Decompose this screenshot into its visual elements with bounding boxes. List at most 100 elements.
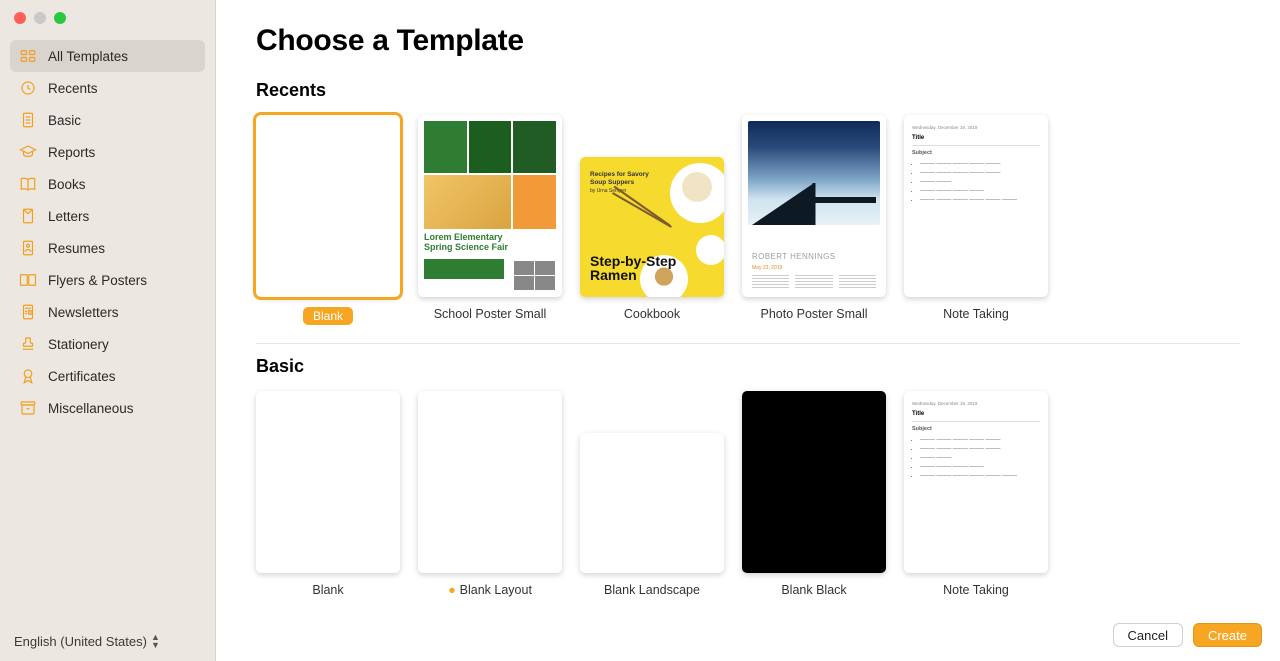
create-button[interactable]: Create (1193, 623, 1262, 647)
thumb-text: ROBERT HENNINGS (752, 252, 836, 261)
thumb-text: Subject (912, 150, 1040, 158)
template-blank-black[interactable]: Blank Black (742, 391, 886, 597)
thumb-text: Title (912, 410, 1040, 421)
template-blank-layout[interactable]: ●Blank Layout (418, 391, 562, 597)
zoom-icon[interactable] (54, 12, 66, 24)
thumb-text: Wednesday, December 19, 2019 (912, 401, 1040, 407)
thumb-text: Recipes for Savory (590, 171, 649, 179)
template-label: Blank (303, 307, 353, 325)
window-controls (0, 0, 215, 34)
template-label: Blank Black (781, 583, 846, 597)
template-blank-landscape[interactable]: Blank Landscape (580, 391, 724, 597)
thumb-text: Spring Science Fair (424, 242, 508, 252)
sidebar-item-label: Newsletters (48, 305, 119, 320)
template-thumb (256, 391, 400, 573)
template-note-taking[interactable]: Wednesday, December 19, 2019 Title Subje… (904, 391, 1048, 597)
template-label: ●Blank Layout (448, 583, 532, 597)
template-label: Photo Poster Small (761, 307, 868, 321)
language-label: English (United States) (14, 634, 147, 649)
category-list: All Templates Recents Basic Reports Books Let… (0, 34, 215, 623)
template-thumb (256, 115, 400, 297)
layout-dot-icon: ● (448, 583, 456, 597)
section-title-basic: Basic (256, 356, 1240, 377)
newsletter-icon (18, 302, 38, 322)
stamp-icon (18, 334, 38, 354)
template-row-recents: Blank Lorem Elementary Spring Science Fa… (256, 115, 1240, 325)
thumb-text: May 23, 2019 (752, 265, 782, 271)
sidebar-item-label: Recents (48, 81, 98, 96)
template-thumb (580, 433, 724, 573)
template-school-poster-small[interactable]: Lorem Elementary Spring Science Fair Sch… (418, 115, 562, 325)
sidebar-item-reports[interactable]: Reports (10, 136, 205, 168)
template-label: Note Taking (943, 583, 1009, 597)
updown-icon: ▲▼ (151, 633, 160, 649)
grid-icon (18, 46, 38, 66)
template-cookbook[interactable]: Recipes for Savory Soup Suppers by Urna … (580, 115, 724, 325)
sidebar-item-stationery[interactable]: Stationery (10, 328, 205, 360)
sidebar-item-label: Reports (48, 145, 95, 160)
minimize-icon[interactable] (34, 12, 46, 24)
template-thumb: Recipes for Savory Soup Suppers by Urna … (580, 157, 724, 297)
language-selector[interactable]: English (United States) ▲▼ (0, 623, 215, 661)
sidebar-item-all-templates[interactable]: All Templates (10, 40, 205, 72)
template-label: Blank (312, 583, 343, 597)
sidebar-item-miscellaneous[interactable]: Miscellaneous (10, 392, 205, 424)
main-content: Choose a Template Recents Blank Lorem El… (216, 0, 1280, 661)
thumb-text: Subject (912, 426, 1040, 434)
page-title: Choose a Template (256, 24, 1240, 58)
sidebar-item-label: Letters (48, 209, 89, 224)
sidebar: All Templates Recents Basic Reports Books Let… (0, 0, 216, 661)
template-thumb: ROBERT HENNINGS May 23, 2019 (742, 115, 886, 297)
section-title-recents: Recents (256, 80, 1240, 101)
ribbon-icon (18, 366, 38, 386)
sidebar-item-label: Miscellaneous (48, 401, 134, 416)
thumb-text: Wednesday, December 19, 2019 (912, 125, 1040, 131)
template-blank[interactable]: Blank (256, 115, 400, 325)
sidebar-item-label: Flyers & Posters (48, 273, 147, 288)
spread-icon (18, 270, 38, 290)
thumb-text: Ramen (590, 267, 637, 283)
template-photo-poster-small[interactable]: ROBERT HENNINGS May 23, 2019 Photo Poste… (742, 115, 886, 325)
sidebar-item-label: Basic (48, 113, 81, 128)
page-icon (18, 110, 38, 130)
sidebar-item-recents[interactable]: Recents (10, 72, 205, 104)
template-blank[interactable]: Blank (256, 391, 400, 597)
clock-icon (18, 78, 38, 98)
sidebar-item-resumes[interactable]: Resumes (10, 232, 205, 264)
template-thumb: Wednesday, December 19, 2019 Title Subje… (904, 115, 1048, 297)
template-label: Blank Landscape (604, 583, 700, 597)
thumb-text: Lorem Elementary (424, 232, 503, 242)
envelope-icon (18, 206, 38, 226)
template-thumb (418, 391, 562, 573)
graduation-icon (18, 142, 38, 162)
sidebar-item-letters[interactable]: Letters (10, 200, 205, 232)
thumb-text: Step-by-Step (590, 253, 676, 269)
sidebar-item-label: Certificates (48, 369, 116, 384)
template-note-taking[interactable]: Wednesday, December 19, 2019 Title Subje… (904, 115, 1048, 325)
section-divider (256, 343, 1240, 344)
sidebar-item-basic[interactable]: Basic (10, 104, 205, 136)
sidebar-item-certificates[interactable]: Certificates (10, 360, 205, 392)
profile-page-icon (18, 238, 38, 258)
template-thumb: Lorem Elementary Spring Science Fair (418, 115, 562, 297)
sidebar-item-newsletters[interactable]: Newsletters (10, 296, 205, 328)
sidebar-item-label: Books (48, 177, 86, 192)
sidebar-item-label: All Templates (48, 49, 128, 64)
archive-icon (18, 398, 38, 418)
cancel-button[interactable]: Cancel (1113, 623, 1183, 647)
sidebar-item-label: Resumes (48, 241, 105, 256)
footer-buttons: Cancel Create (1113, 623, 1263, 647)
template-label: Cookbook (624, 307, 680, 321)
template-label: Note Taking (943, 307, 1009, 321)
sidebar-item-books[interactable]: Books (10, 168, 205, 200)
template-thumb (742, 391, 886, 573)
close-icon[interactable] (14, 12, 26, 24)
thumb-text: Title (912, 134, 1040, 145)
template-label: School Poster Small (434, 307, 547, 321)
sidebar-item-flyers-posters[interactable]: Flyers & Posters (10, 264, 205, 296)
thumb-text: Soup Suppers (590, 179, 649, 187)
book-icon (18, 174, 38, 194)
template-row-basic: Blank ●Blank Layout Blank Landscape Blan… (256, 391, 1240, 597)
template-thumb: Wednesday, December 19, 2019 Title Subje… (904, 391, 1048, 573)
sidebar-item-label: Stationery (48, 337, 109, 352)
